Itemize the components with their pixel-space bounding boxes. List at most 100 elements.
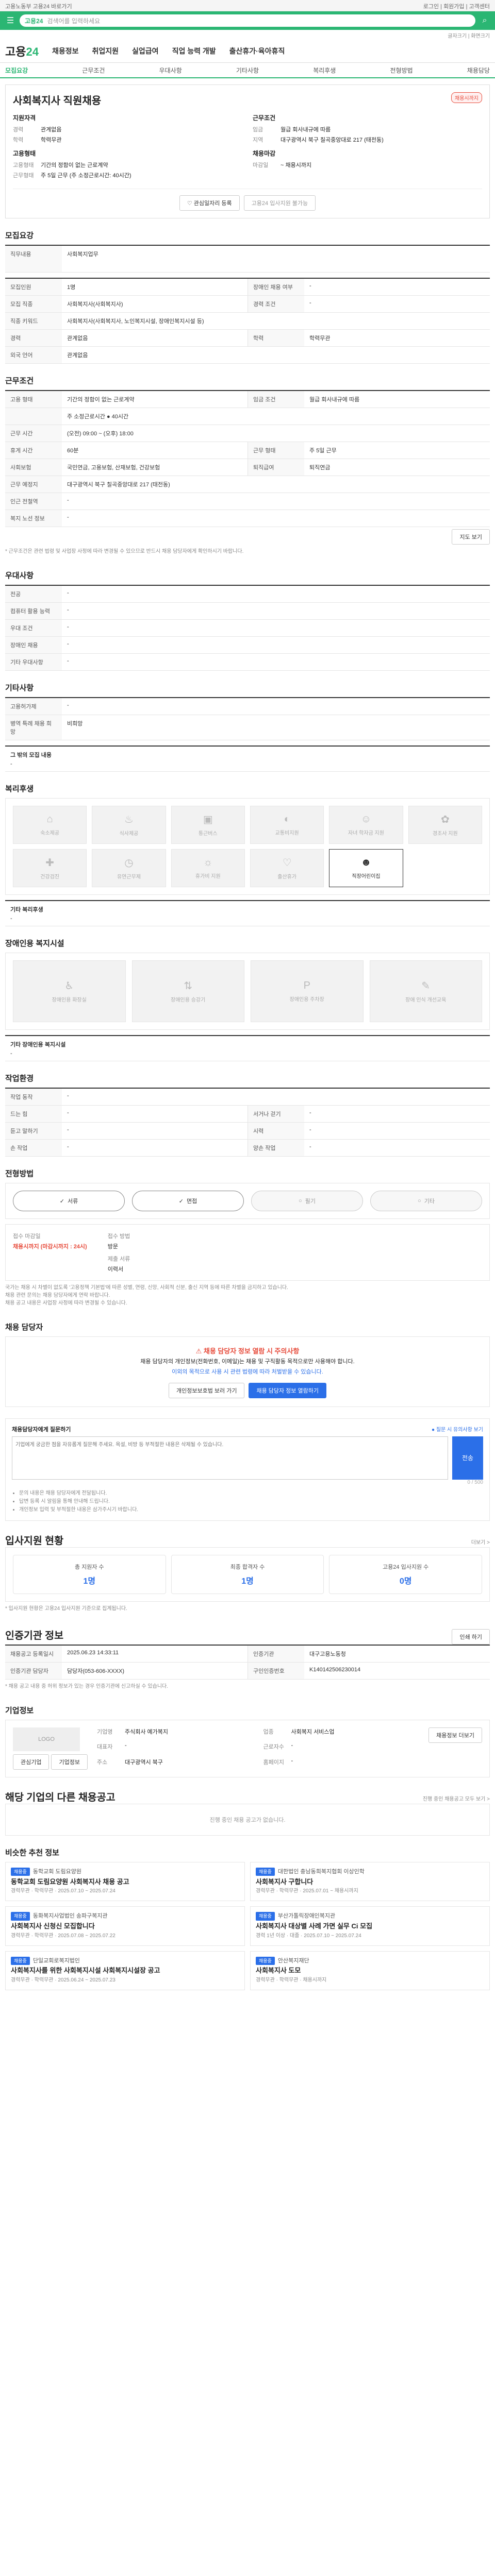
section-title: 모집요강 [5,231,34,240]
table-row: 컴퓨터 활용 능력 - [5,603,490,620]
card-title[interactable]: 동학교회 도림요양원 사회복지사 채용 공고 [11,1877,239,1888]
field-label: 주소 [96,1759,108,1766]
section-tabs: 모집요강 근무조건 우대사항 기타사항 복리후생 전형방법 채용담당 [0,63,495,78]
qa-note: 개인정보 입력 및 부적절한 내용은 삼가주시기 바랍니다. [19,1506,483,1514]
privacy-law-button[interactable]: 개인정보보호법 보러 가기 [169,1382,245,1398]
recommend-card[interactable]: 채용중 안산복지재단 사회복지사 도모 경력무관 · 학력무관 · 채용시까지 [250,1951,490,1991]
card-title[interactable]: 사회복지사를 위한 사회복지시설 사회복지시설장 공고 [11,1965,239,1976]
tab-recruit[interactable]: 모집요강 [5,66,28,75]
card-header: 채용중 대한법인 충남동희복지협회 이상인학 [256,1867,484,1877]
search-icon[interactable]: ⌕ [480,16,490,25]
view-contact-button[interactable]: 채용 담당자 정보 열람하기 [249,1382,326,1398]
welfare-item: ♡ 출산휴가 [250,849,324,887]
tab-prefer[interactable]: 우대사항 [159,66,182,75]
table-row: 근무 예정지 대구광역시 북구 칠곡중앙대로 217 (태전동) [5,476,490,493]
more-jobs-button[interactable]: 채용정보 더보기 [428,1727,482,1743]
row-label: 근무 예정지 [5,476,62,493]
scrap-button[interactable]: ♡ 관심일자리 등록 [179,195,240,211]
recommend-card[interactable]: 채용중 동학교회 도림요양원 동학교회 도림요양원 사회복지사 채용 공고 경력무관 … [5,1861,245,1902]
nav-item-support[interactable]: 취업지원 [92,46,119,56]
table-row: 외국 언어 관계없음 [5,347,490,364]
row-label: 학력 [248,330,304,346]
row-label: 외국 언어 [5,347,62,363]
apply-info: 접수 마감일 채용시까지 (마감시까지 : 24시) 접수 방법 방문 제출 서류 이… [5,1224,490,1281]
nav-item-benefit[interactable]: 실업급여 [132,46,159,56]
welfare-section: 복리후생 ⌂ 숙소제공 ♨ 식사제공 ▣ 통근버스 ◐ 교통비지원 ☺ 자녀 학자금 지원 ✿ 경조사… [5,783,490,926]
util-links[interactable]: 글자크기 | 화면크기 [0,30,495,39]
parking-icon: P [303,980,310,991]
facility-label: 장애인용 화장실 [52,997,87,1003]
row-label: 복지 노선 정보 [5,510,62,527]
nav-item-leave[interactable]: 출산휴가·육아휴직 [229,46,285,56]
tab-conditions[interactable]: 근무조건 [82,66,105,75]
row-label: 경력 조건 [248,296,304,312]
apply-button[interactable]: 고용24 입사지원 불가능 [243,195,316,211]
tab-etc[interactable]: 기타사항 [236,66,259,75]
table-row: 전공 - [5,586,490,603]
welfare-label: 출산휴가 [277,874,297,880]
tab-selection[interactable]: 전형방법 [390,66,412,75]
print-button[interactable]: 인쇄 하기 [452,1629,490,1645]
recommend-section: 비슷한 추천 정보 채용중 동학교회 도림요양원 동학교회 도림요양원 사회복지사 … [5,1847,490,1991]
info-section: 인증기관 정보 인쇄 하기 채용공고 등록일시 2025.06.23 14:33:… [5,1627,490,1693]
nav-item-training[interactable]: 직업 능력 개발 [172,46,216,56]
card-header: 채용중 동학교회 도림요양원 [11,1867,239,1877]
welfare-item: ◷ 유연근무제 [92,849,166,887]
follow-company-button[interactable]: 관심기업 [13,1754,50,1770]
house-icon: ⌂ [46,814,53,825]
nav-item-jobs[interactable]: 채용정보 [52,46,79,56]
card-meta: 경력 1년 이상 · 대졸 · 2025.07.10 ~ 2025.07.24 [256,1933,361,1939]
card-title[interactable]: 사회복지사 신청신 모집합니다 [11,1921,239,1932]
child-icon: ☺ [360,814,372,825]
row-label: 장애인 채용 [5,637,62,653]
recommend-card[interactable]: 채용중 대한법인 충남동희복지협회 이상인학 사회복지사 구합니다 경력무관 · 학력… [250,1861,490,1902]
welfare-label: 유연근무제 [117,874,141,880]
row-label: 서거나 걷기 [248,1106,304,1122]
table-row: 인근 전철역 - [5,493,490,510]
row-label: 퇴직급여 [248,459,304,476]
top-link[interactable]: 고용노동부 고용24 바로가기 [5,2,72,10]
company-field: 홈페이지 - [263,1758,420,1768]
card-title[interactable]: 사회복지사 도모 [256,1965,484,1976]
health-icon: ✚ [45,857,55,869]
row-label: 인증기관 [248,1645,304,1662]
recommend-card[interactable]: 채용중 동화복지사업법인 송파구복지관 사회복지사 신청신 모집합니다 경력무관 · … [5,1906,245,1946]
card-meta: 경력무관 · 학력무관 · 2025.07.01 ~ 채용시까지 [256,1888,358,1894]
same-more-link[interactable]: 진행 중인 채용공고 모두 보기 > [423,1794,490,1802]
menu-icon[interactable]: ☰ [5,15,15,26]
row-label: 기타 우대사항 [5,654,62,670]
table-row: 병역 특례 채용 희망 비희망 [5,715,490,740]
tab-contact[interactable]: 채용담당 [467,66,490,75]
company-info-button[interactable]: 기업정보 [51,1754,88,1770]
row-value: - [67,1110,69,1116]
table-row: 근무 시간 (오전) 09:00 ~ (오후) 18:00 [5,425,490,442]
card-title[interactable]: 사회복지사 구합니다 [256,1877,484,1888]
heart-icon: ♡ [187,200,194,207]
map-button[interactable]: 지도 보기 [452,529,490,545]
row-value: (오전) 09:00 ~ (오후) 18:00 [67,431,134,437]
row-label: 인증기관 담당자 [5,1662,62,1679]
stats-more-link[interactable]: 더보기 > [471,1538,490,1546]
welfare-label: 통근버스 [198,831,218,837]
recommend-card[interactable]: 채용중 부산가톨릭장애인복지관 사회복지사 대상별 사례 가면 실무 Ci 모집 경력… [250,1906,490,1946]
company-field: 대표자 - [97,1742,253,1752]
tab-welfare[interactable]: 복리후생 [313,66,336,75]
table-row: 채용공고 등록일시 2025.06.23 14:33:11 인증기관 대구고용노동청 [5,1645,490,1663]
welfare-item: ✚ 건강검진 [13,849,87,887]
row-label: 근무 형태 [248,442,304,459]
qualification-block: 지원자격 경력 관계없음 학력 학력무관 [13,114,62,143]
qa-send-button[interactable]: 전송 [452,1436,483,1480]
row-value: - [67,624,69,630]
card-header: 채용중 단일교회로복지법인 [11,1956,239,1966]
recommend-card[interactable]: 채용중 단일교회로복지법인 사회복지사를 위한 사회복지시설 사회복지시설장 공고 경… [5,1951,245,1991]
facility-label: 장애인용 승강기 [171,997,206,1003]
card-header: 채용중 안산복지재단 [256,1956,484,1966]
search-input[interactable]: 고용24 검색어를 입력하세요 [20,14,475,27]
qa-input[interactable] [12,1436,448,1480]
row-label: 근무 시간 [5,425,62,442]
row-label: 모집인원 [5,279,62,295]
card-title[interactable]: 사회복지사 대상별 사례 가면 실무 Ci 모집 [256,1921,484,1932]
site-logo[interactable]: 고용24 [5,43,39,59]
qa-guide-link[interactable]: ● 질문 시 유의사항 보기 [432,1425,483,1433]
top-links[interactable]: 로그인 | 회원가입 | 고객센터 [423,2,490,10]
